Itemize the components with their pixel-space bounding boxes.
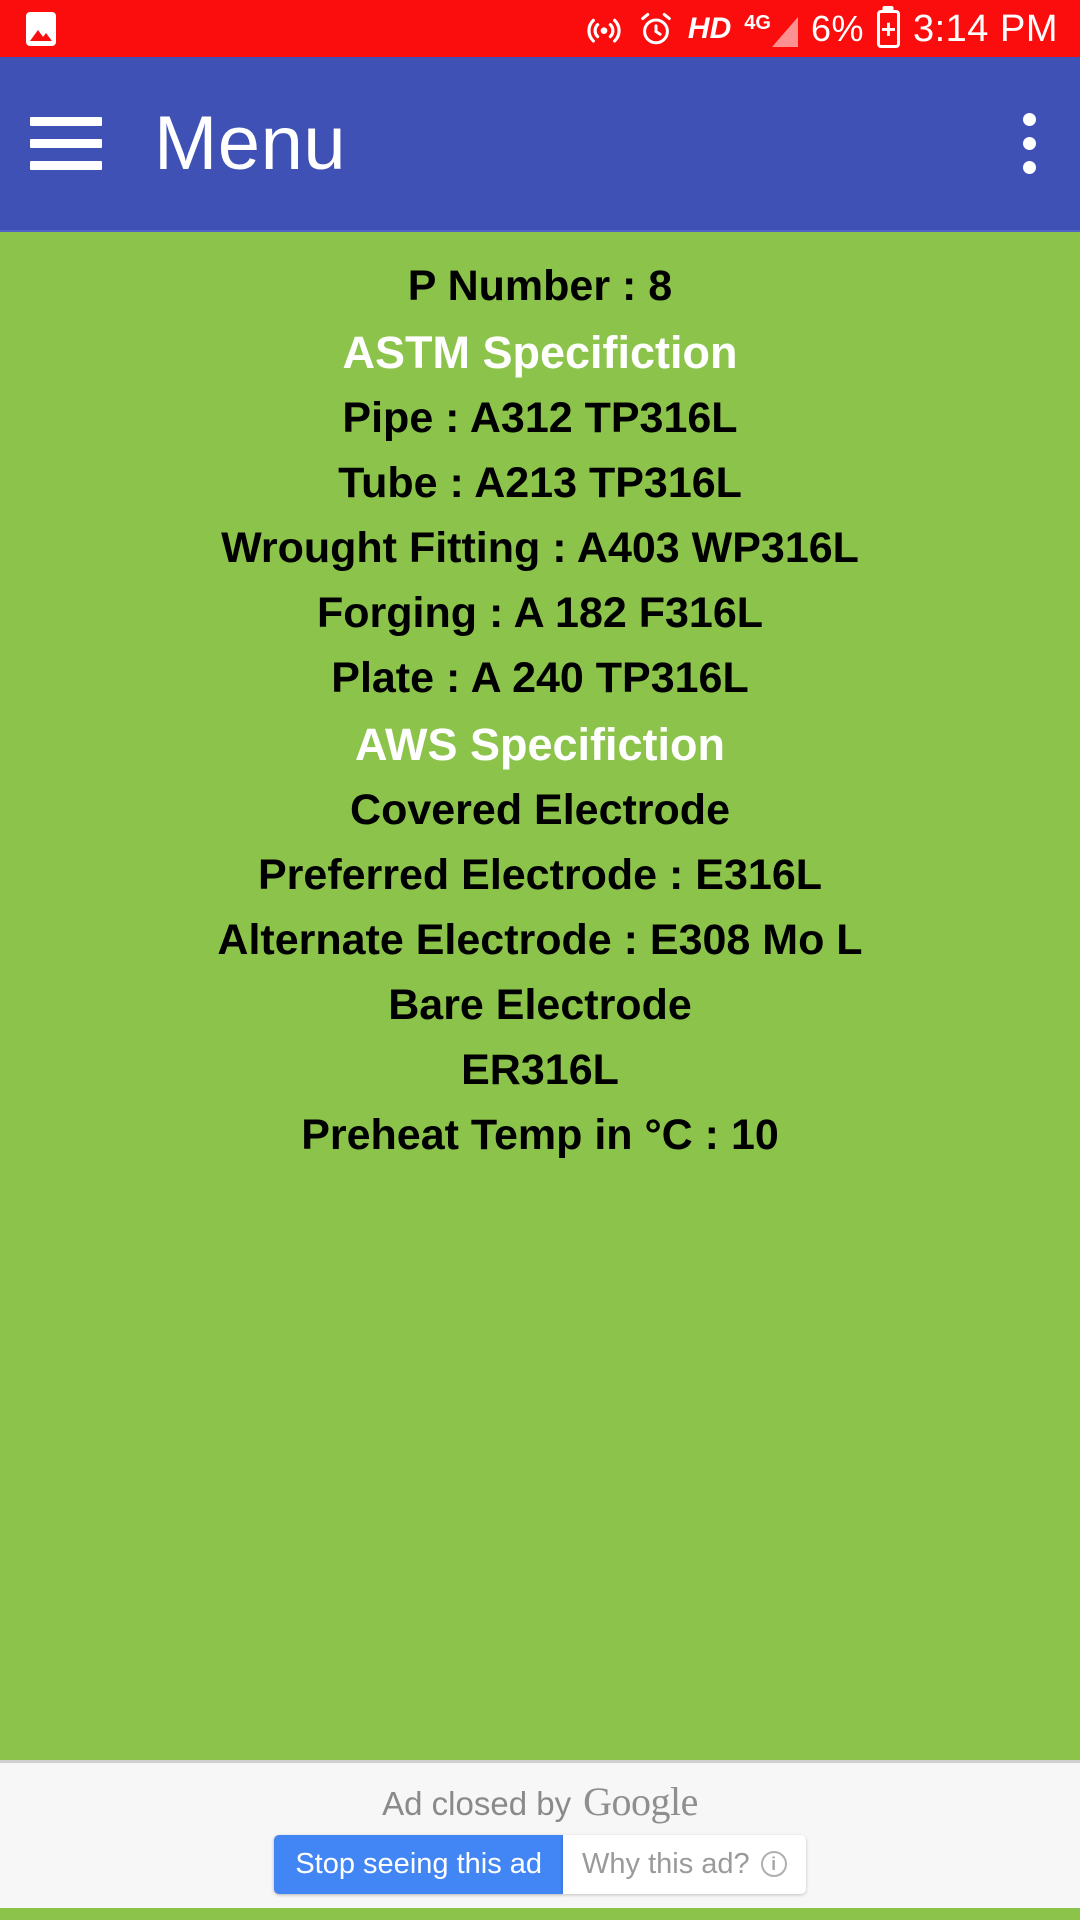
bottom-edge [0,1908,1080,1920]
spec-line: Wrought Fitting : A403 WP316L [221,524,859,572]
more-vertical-icon[interactable] [1015,105,1044,182]
ad-closed-text: Ad closed by [382,1784,572,1822]
google-logo: Google [583,1778,698,1824]
stop-seeing-ad-button[interactable]: Stop seeing this ad [274,1834,564,1894]
app-bar: Menu [0,57,1080,232]
status-bar-right: HD 4G 6% + 3:14 PM [584,9,1058,49]
hamburger-bar [30,139,102,148]
battery-percent-label: 6% [810,7,864,49]
ad-button-group: Stop seeing this ad Why this ad? i [274,1834,806,1894]
app-screen: HD 4G 6% + 3:14 PM Menu P Number : 8 AST… [0,0,1080,1920]
spec-line: Alternate Electrode : E308 Mo L [217,916,863,964]
spec-line: Preheat Temp in °C : 10 [301,1111,779,1159]
info-icon: i [760,1851,787,1877]
network-type-label: 4G [744,11,771,34]
hamburger-bar [30,117,102,126]
spec-line: Preferred Electrode : E316L [257,851,823,899]
battery-charging-glyph: + [880,13,897,44]
status-bar: HD 4G 6% + 3:14 PM [0,0,1080,57]
why-this-ad-label: Why this ad? [582,1847,750,1880]
overflow-dot [1023,161,1036,174]
ad-banner: Ad closed by Google Stop seeing this ad … [0,1760,1080,1908]
spec-line: Covered Electrode [350,786,730,834]
clock-label: 3:14 PM [912,7,1058,50]
ad-closed-label: Ad closed by Google [382,1778,698,1825]
overflow-dot [1023,113,1036,126]
hotspot-icon [584,9,624,49]
spec-line: Pipe : A312 TP316L [342,394,738,442]
spec-line: P Number : 8 [407,262,673,310]
spec-line: Plate : A 240 TP316L [331,654,749,702]
hd-indicator: HD [687,11,732,45]
section-heading-aws: AWS Specifiction [354,719,726,770]
hamburger-icon[interactable] [30,117,102,170]
page-title: Menu [154,100,347,186]
spec-line: Tube : A213 TP316L [338,459,742,507]
signal-bars [771,16,798,47]
section-heading-astm: ASTM Specifiction [342,327,738,378]
spec-line: Forging : A 182 F316L [317,589,763,637]
alarm-icon [637,10,675,48]
spec-line: Bare Electrode [388,981,692,1029]
why-this-ad-button[interactable]: Why this ad? i [563,1834,806,1894]
overflow-dot [1023,137,1036,150]
battery-icon: + [876,9,900,48]
spec-detail-list: P Number : 8 ASTM Specifiction Pipe : A3… [0,232,1080,1760]
hamburger-bar [30,161,102,170]
spec-line: ER316L [461,1046,619,1094]
photo-icon [26,11,56,46]
signal-icon: 4G [744,11,798,47]
status-bar-left [26,11,56,46]
